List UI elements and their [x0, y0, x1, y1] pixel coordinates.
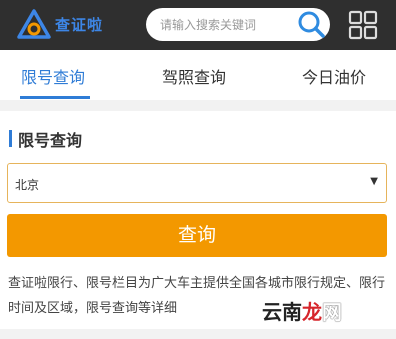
tab-oil-price[interactable]: 今日油价: [302, 64, 366, 88]
active-tab-indicator: [20, 96, 90, 99]
dropdown-arrow-icon: ▼: [370, 176, 378, 187]
top-bar: 查证啦: [0, 0, 396, 50]
city-select-value: 北京: [15, 178, 40, 192]
tab-bar: 限号查询 驾照查询 今日油价: [0, 50, 396, 100]
city-select[interactable]: 北京 ▼: [7, 163, 387, 203]
tab-license-query[interactable]: 驾照查询: [162, 64, 226, 88]
logo-text[interactable]: 查证啦: [55, 14, 103, 35]
section-marker: [9, 130, 12, 147]
watermark-part3: 网: [322, 300, 342, 324]
watermark-part2: 龙: [302, 300, 322, 324]
watermark-part1: 云南: [262, 300, 302, 324]
watermark-logo: 云南龙网: [262, 296, 342, 325]
search-input[interactable]: [160, 14, 300, 36]
logo-icon[interactable]: [16, 8, 52, 42]
tab-plate-limit[interactable]: 限号查询: [21, 64, 85, 88]
query-button[interactable]: 查询: [7, 214, 387, 257]
grid-menu-icon[interactable]: [348, 10, 378, 40]
search-icon[interactable]: [296, 9, 326, 39]
section-title: 限号查询: [18, 131, 83, 150]
